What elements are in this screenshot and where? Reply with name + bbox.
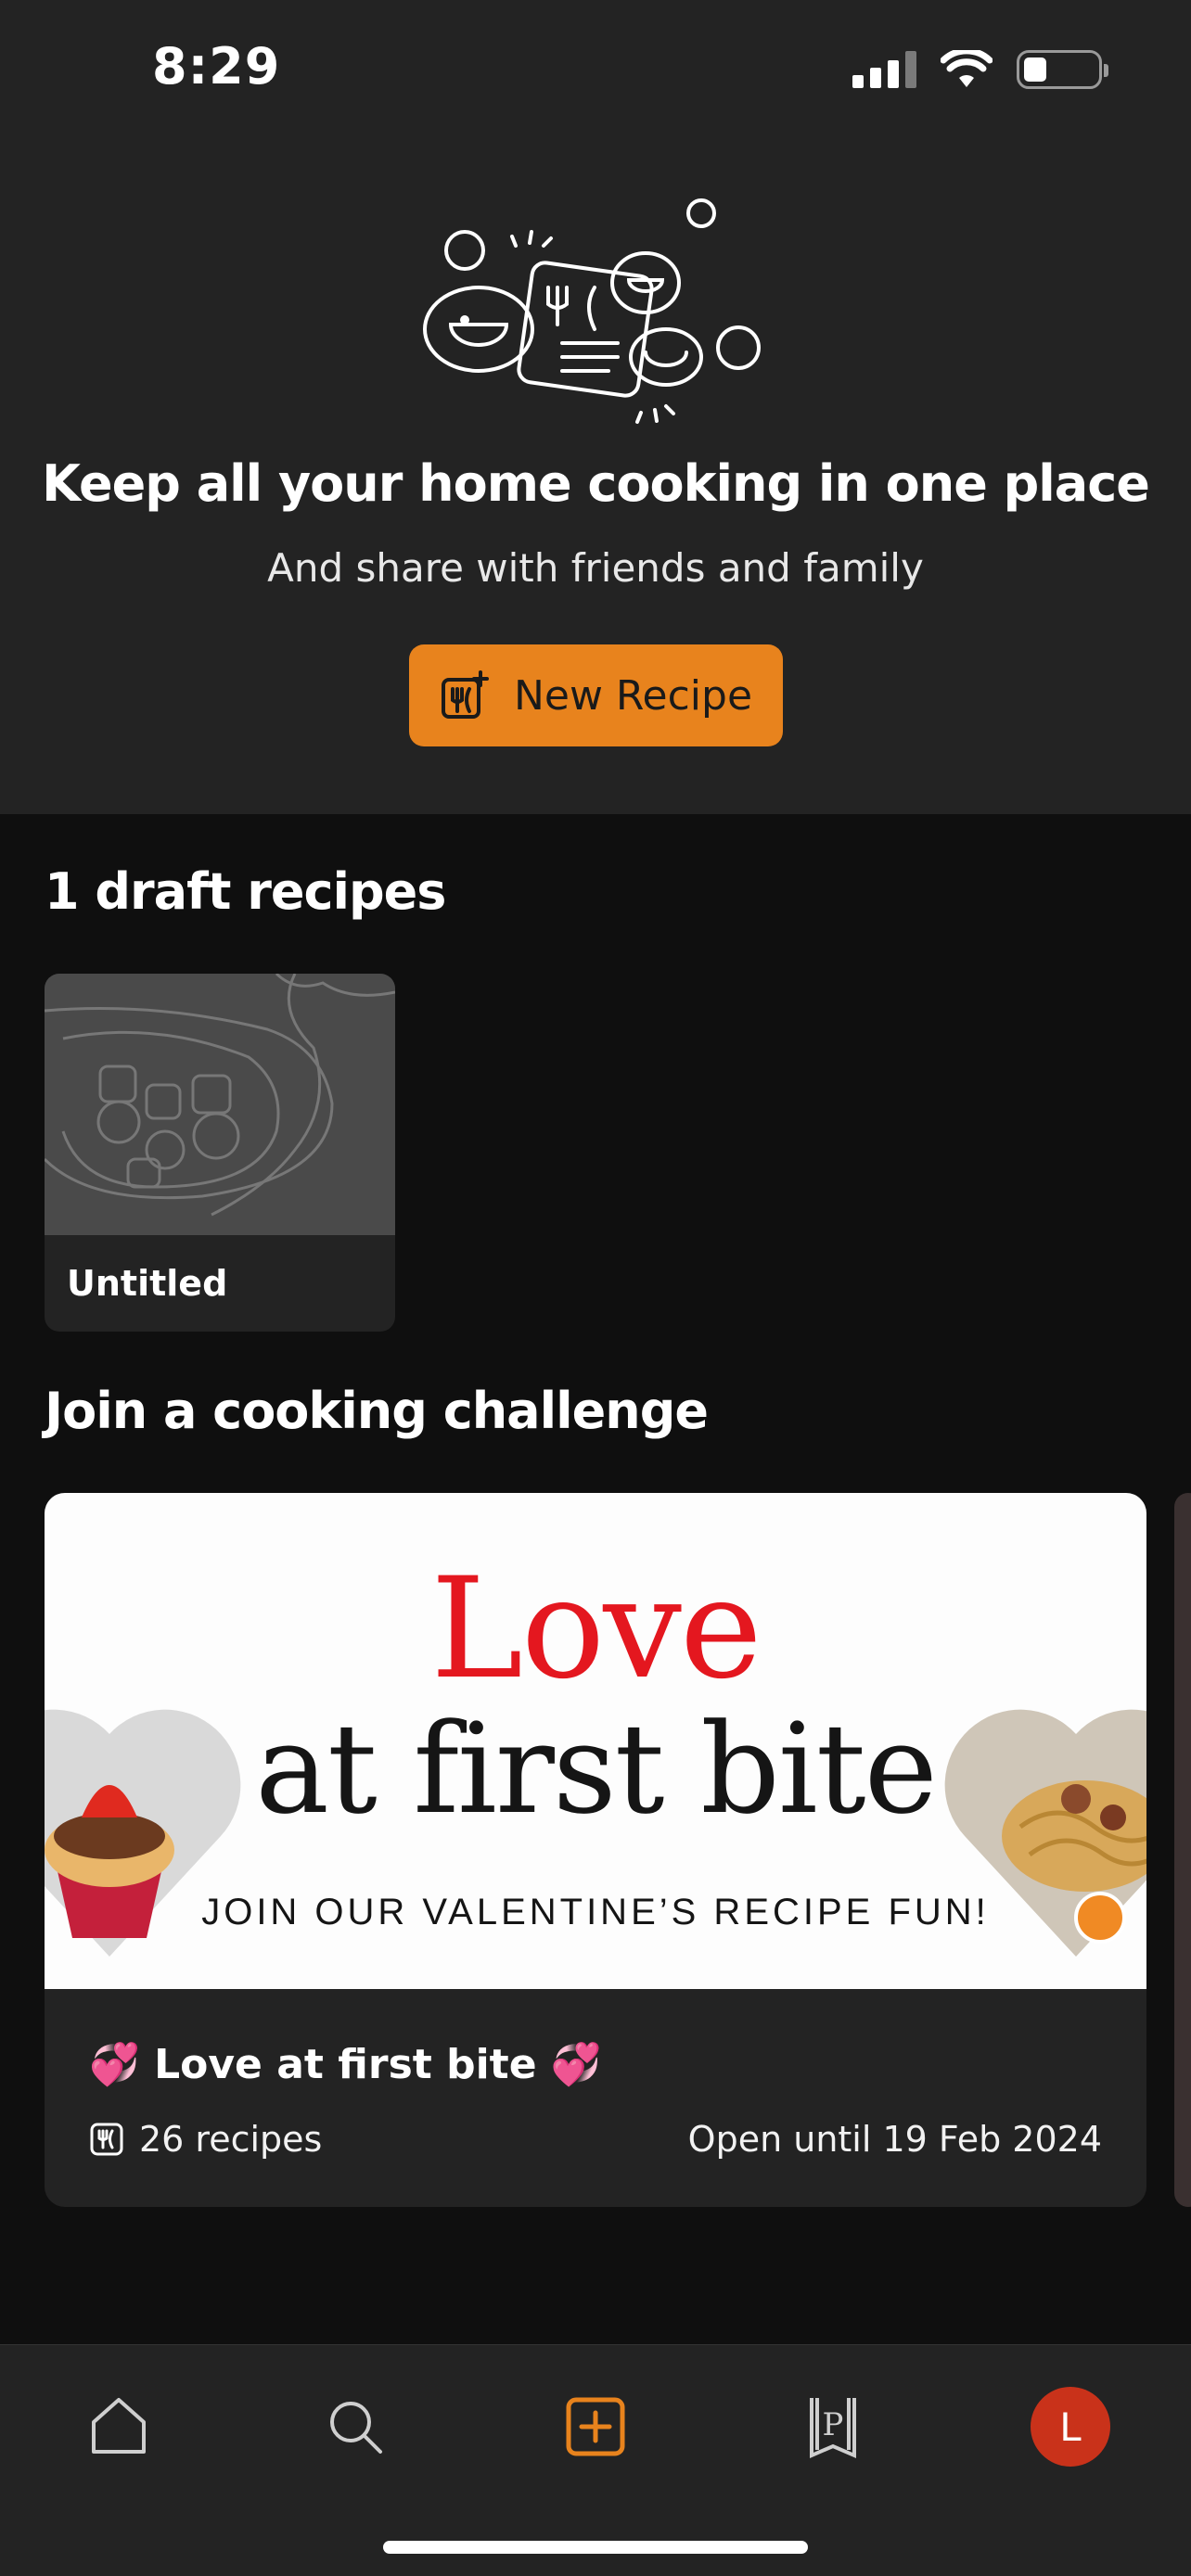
next-challenge-card-peek[interactable] <box>1174 1493 1191 2207</box>
drafts-heading: 1 draft recipes <box>45 862 446 921</box>
tab-search[interactable] <box>311 2382 400 2471</box>
hero-subtitle: And share with friends and family <box>267 545 924 591</box>
home-cooking-illustration <box>423 198 761 424</box>
status-time: 8:29 <box>152 37 281 96</box>
new-recipe-label: New Recipe <box>513 671 753 720</box>
profile-avatar: L <box>1031 2387 1110 2467</box>
add-recipe-icon <box>566 2397 625 2456</box>
cookpad-logo <box>1074 1892 1126 1944</box>
svg-text:P: P <box>823 2406 844 2443</box>
hero-section: Keep all your home cooking in one place … <box>0 139 1191 814</box>
challenge-banner-image: Love at first bite JOIN OUR VALENTINE’S … <box>45 1493 1146 1989</box>
home-icon <box>92 2398 146 2454</box>
recipe-book-icon <box>90 2123 123 2156</box>
status-icons <box>852 50 1108 89</box>
status-bar: 8:29 <box>0 0 1191 139</box>
draft-recipe-card[interactable]: Untitled <box>45 974 395 1332</box>
premium-icon: P <box>810 2398 856 2459</box>
hero-title: Keep all your home cooking in one place <box>42 454 1150 513</box>
challenge-open-until: Open until 19 Feb 2024 <box>687 2119 1102 2160</box>
new-recipe-icon <box>441 670 489 719</box>
challenge-name: 💞 Love at first bite 💞 <box>89 2041 602 2088</box>
challenge-card[interactable]: Love at first bite JOIN OUR VALENTINE’S … <box>45 1493 1146 2207</box>
home-indicator[interactable] <box>383 2541 808 2554</box>
challenge-recipes-count: 26 recipes <box>89 2119 322 2160</box>
recipes-count-text: 26 recipes <box>139 2119 323 2160</box>
tab-profile[interactable]: L <box>1026 2382 1115 2471</box>
search-icon <box>330 2402 382 2454</box>
tab-home[interactable] <box>74 2382 163 2471</box>
draft-title: Untitled <box>67 1263 228 1304</box>
wifi-icon <box>941 50 992 87</box>
challenge-heading: Join a cooking challenge <box>45 1382 709 1440</box>
draft-placeholder-image <box>45 974 395 1235</box>
cellular-signal-icon <box>852 51 916 88</box>
tab-premium[interactable]: P <box>788 2382 877 2471</box>
new-recipe-button[interactable]: New Recipe <box>409 644 783 746</box>
tab-create[interactable] <box>551 2382 640 2471</box>
battery-icon <box>1017 50 1108 89</box>
